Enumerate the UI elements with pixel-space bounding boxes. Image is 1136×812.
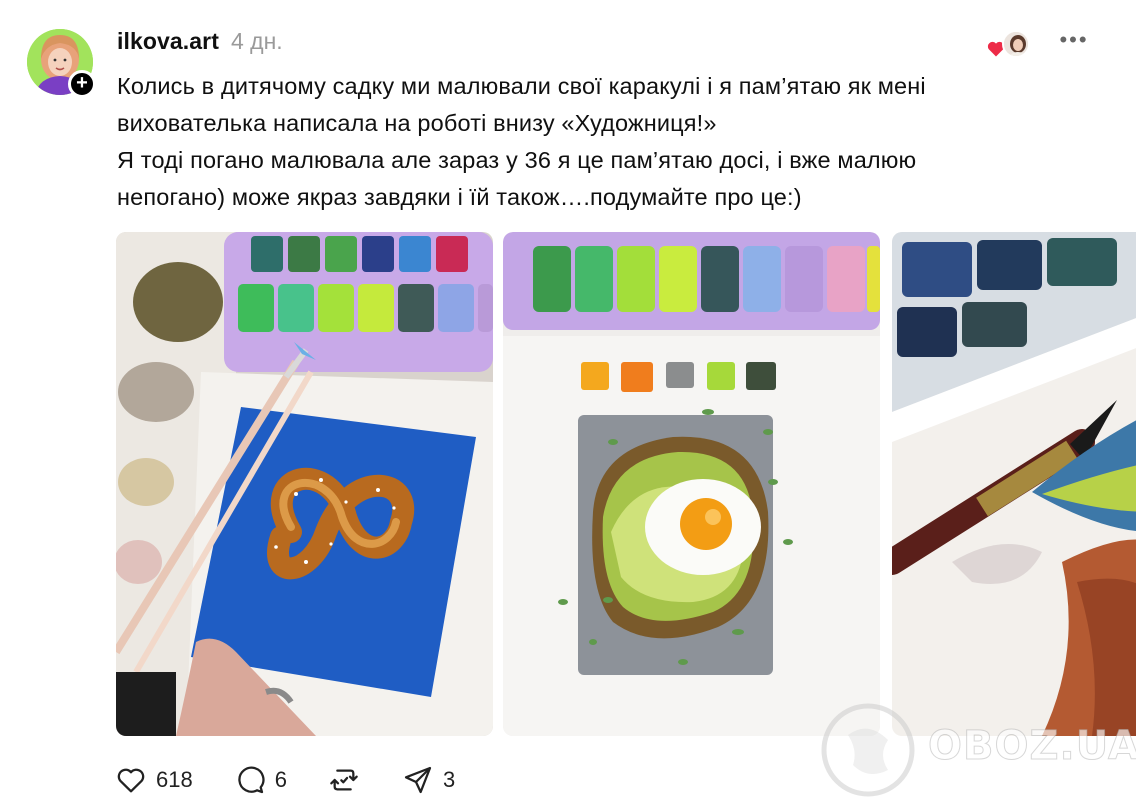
post-text-line: Колись в дитячому садку ми малювали свої… xyxy=(117,73,926,99)
liker-avatar xyxy=(1002,30,1030,58)
send-icon xyxy=(401,763,435,797)
heart-icon xyxy=(114,763,148,797)
comment-bubble-icon xyxy=(233,763,267,797)
watermark-text: OBOZ.UA xyxy=(928,723,1136,770)
author-avatar[interactable]: + xyxy=(27,29,97,99)
like-button[interactable]: 618 xyxy=(114,763,193,797)
image-carousel[interactable] xyxy=(116,232,1136,736)
username-link[interactable]: ilkova.art xyxy=(117,28,219,55)
post-image-pretzel[interactable] xyxy=(116,232,493,736)
repost-button[interactable] xyxy=(327,763,361,797)
follow-button[interactable]: + xyxy=(68,70,96,98)
comment-count: 6 xyxy=(274,767,287,792)
share-count: 3 xyxy=(442,767,456,792)
repost-icon xyxy=(327,763,361,797)
post-text-line: вихователька написала на роботі внизу «Х… xyxy=(117,110,717,136)
post-text: Колись в дитячому садку ми малювали свої… xyxy=(117,68,1107,216)
oboz-watermark: OBOZ.UA xyxy=(818,700,1136,800)
post-time[interactable]: 4 дн. xyxy=(231,28,283,55)
liked-by-indicator[interactable] xyxy=(984,28,1032,62)
like-count: 618 xyxy=(156,767,193,792)
post-text-line: непогано) може якраз завдяки і їй також…… xyxy=(117,184,802,210)
thread-post: + ilkova.art 4 дн. ••• Колись в дитячому… xyxy=(0,0,1136,812)
post-header: ilkova.art 4 дн. xyxy=(117,28,283,58)
more-options-button[interactable]: ••• xyxy=(1057,29,1091,56)
post-image-avocado-toast[interactable] xyxy=(503,232,880,736)
oboz-logo-icon xyxy=(821,703,915,797)
share-button[interactable]: 3 xyxy=(401,763,455,797)
post-image-fish-watercolor[interactable] xyxy=(892,232,1136,736)
post-text-line: Я тоді погано малювала але зараз у 36 я … xyxy=(117,147,917,173)
post-actions: 618 6 3 xyxy=(114,762,495,798)
comment-button[interactable]: 6 xyxy=(233,763,287,797)
